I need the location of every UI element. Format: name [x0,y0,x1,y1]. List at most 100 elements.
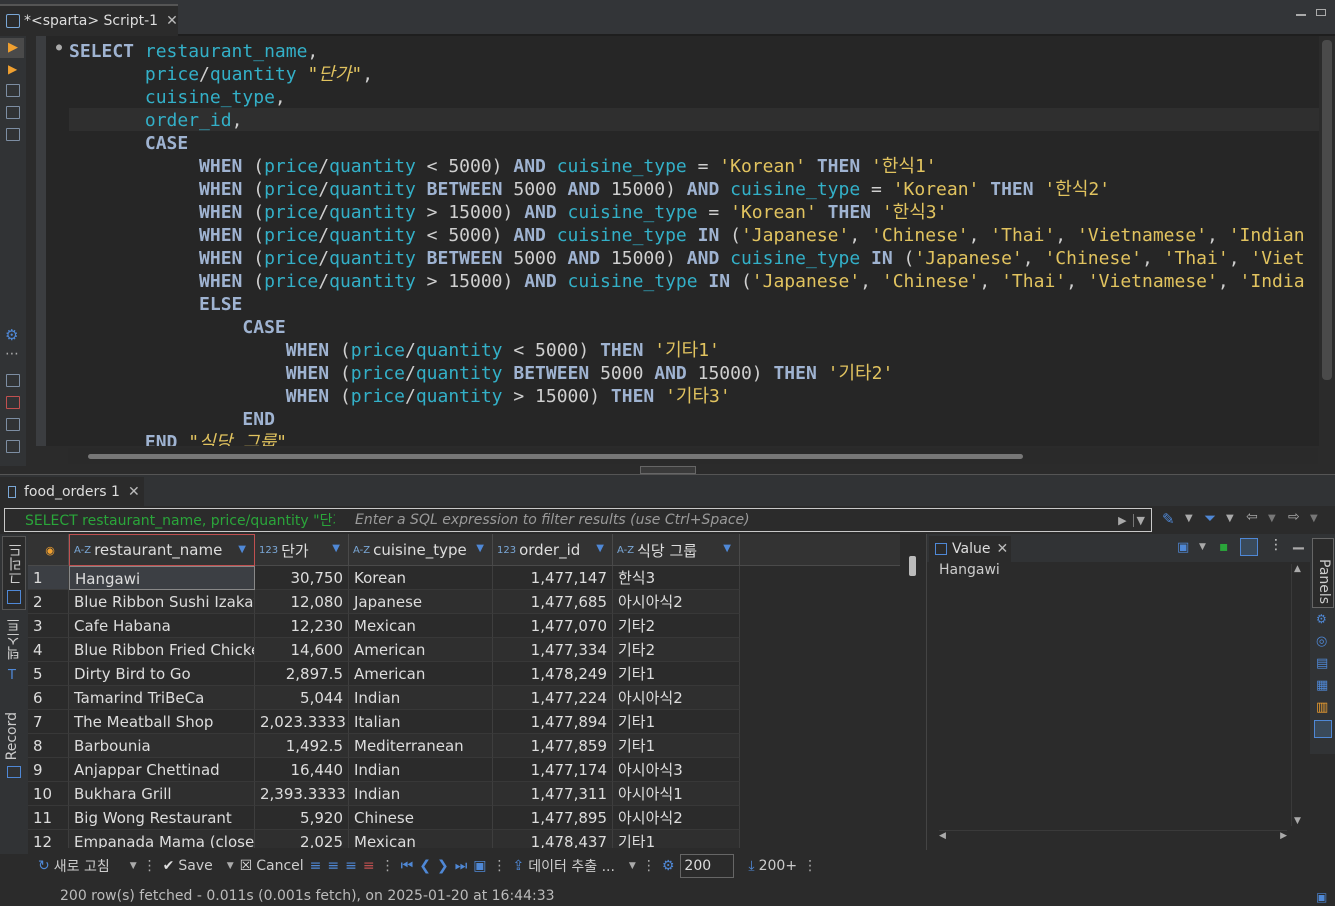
table-cell[interactable]: Mexican [349,614,493,638]
table-cell[interactable]: 2,393.3333 [255,782,349,806]
table-cell[interactable]: 2,897.5 [255,662,349,686]
tab-record-label[interactable]: Record [4,712,20,760]
code-line[interactable]: WHEN (price/quantity < 5000) AND cuisine… [69,155,1305,178]
table-cell[interactable]: 아시아식2 [613,686,740,710]
table-cell[interactable]: 기타1 [613,710,740,734]
code-line[interactable]: price/quantity "단가", [69,63,1305,86]
table-cell[interactable]: Dirty Bird to Go [69,662,255,686]
table-row[interactable]: 1 Hangawi 30,750 Korean 1,477,147 한식3 [28,566,740,590]
filter-input[interactable]: Enter a SQL expression to filter results… [335,512,1118,528]
row-number[interactable]: 1 [28,566,69,590]
table-cell[interactable]: 2,025 [255,830,349,848]
execute-script-icon[interactable] [6,84,20,97]
execute-statement-button[interactable]: ▶ [0,38,24,58]
close-icon[interactable]: ✕ [128,484,140,500]
cancel-button[interactable]: ☒ Cancel [240,858,304,874]
row-selector-header[interactable]: ◉ [28,534,69,566]
table-cell[interactable]: Mexican [349,830,493,848]
table-cell[interactable]: 2,023.3333 [255,710,349,734]
table-cell[interactable]: 1,477,147 [493,566,613,590]
filter-apply-icon[interactable]: ▶ [1118,514,1126,527]
table-cell[interactable]: 기타2 [613,638,740,662]
filter-history-icon[interactable]: ▼ [1132,513,1145,527]
table-cell[interactable]: 아시아식2 [613,806,740,830]
table-cell[interactable]: Chinese [349,806,493,830]
table-row[interactable]: 9 Anjappar Chettinad 16,440 Indian 1,477,174… [28,758,740,782]
table-row[interactable]: 11 Big Wong Restaurant 5,920 Chinese 1,477,8… [28,806,740,830]
table-cell[interactable]: 1,477,311 [493,782,613,806]
table-cell[interactable]: Barbounia [69,734,255,758]
chevron-down-icon[interactable]: ▼ [130,861,137,871]
table-cell[interactable]: 30,750 [255,566,349,590]
row-number[interactable]: 6 [28,686,69,710]
table-cell[interactable]: Korean [349,566,493,590]
table-cell[interactable]: Blue Ribbon Fried Chicken [69,638,255,662]
code-line[interactable]: WHEN (price/quantity < 5000) THEN '기타1' [69,339,1305,362]
filter-bar[interactable]: SELECT restaurant_name, price/quantity "… [4,508,1152,532]
table-cell[interactable]: 아시아식1 [613,782,740,806]
results-grid[interactable]: ◉ A-Z restaurant_name ▼ 123 단가 ▼ A-Z cui… [28,534,900,848]
table-cell[interactable]: Indian [349,686,493,710]
auto-apply-icon[interactable] [1240,538,1258,556]
load-script-icon[interactable] [6,396,20,409]
code-line[interactable]: order_id, [69,109,1305,132]
chevron-down-icon[interactable]: ▼ [629,861,636,871]
table-row[interactable]: 10 Bukhara Grill 2,393.3333 Indian 1,477,311… [28,782,740,806]
table-cell[interactable]: 1,478,249 [493,662,613,686]
execute-new-tab-icon[interactable]: ▶ [8,62,17,76]
code-line[interactable]: WHEN (price/quantity > 15000) AND cuisin… [69,201,1305,224]
table-cell[interactable]: Mediterranean [349,734,493,758]
code-line[interactable]: ELSE [69,293,1305,316]
table-cell[interactable]: 14,600 [255,638,349,662]
export-data-button[interactable]: ⇪ 데이터 추출 ... [513,856,615,876]
row-number[interactable]: 5 [28,662,69,686]
first-page-icon[interactable]: ⏮ [401,858,414,874]
fetch-more-button[interactable]: ⤓ 200+ [748,858,797,874]
table-cell[interactable]: Indian [349,758,493,782]
table-cell[interactable]: 1,477,894 [493,710,613,734]
close-icon[interactable]: ✕ [996,541,1008,557]
table-cell[interactable]: 1,477,895 [493,806,613,830]
calc-icon[interactable]: ▤ [1316,656,1328,671]
table-cell[interactable]: 기타2 [613,614,740,638]
save-icon[interactable]: ▪ [1219,539,1229,555]
table-row[interactable]: 7 The Meatball Shop 2,023.3333 Italian 1,477… [28,710,740,734]
maximize-icon[interactable] [1316,9,1326,16]
table-cell[interactable]: 12,080 [255,590,349,614]
tab-script-1[interactable]: *<sparta> Script-1 ✕ [0,4,178,36]
delete-row-icon[interactable]: ≡ [363,858,375,874]
code-lines[interactable]: SELECT restaurant_name, price/quantity "… [69,40,1305,446]
settings-icon[interactable]: ⚙ [662,858,675,874]
table-cell[interactable]: American [349,662,493,686]
table-cell[interactable]: 기타1 [613,734,740,758]
copy-row-icon[interactable]: ≡ [345,858,357,874]
table-cell[interactable]: 아시아식3 [613,758,740,782]
table-cell[interactable]: Indian [349,782,493,806]
table-row[interactable]: 2 Blue Ribbon Sushi Izakaya 12,080 Japanese… [28,590,740,614]
table-cell[interactable]: 1,477,070 [493,614,613,638]
next-page-icon[interactable]: ❯ [437,858,449,874]
last-page-icon[interactable]: ⏭ [455,858,468,874]
eraser-icon[interactable]: ✎ [1162,510,1175,528]
table-cell[interactable]: 1,477,334 [493,638,613,662]
row-number[interactable]: 10 [28,782,69,806]
value-content[interactable]: Hangawi [939,562,1000,578]
chevron-down-icon[interactable]: ▼ [1310,513,1318,524]
back-icon[interactable]: ⇦ [1246,509,1258,525]
table-cell[interactable]: 12,230 [255,614,349,638]
table-cell[interactable]: American [349,638,493,662]
table-cell[interactable]: 16,440 [255,758,349,782]
table-cell[interactable]: Bukhara Grill [69,782,255,806]
menu-icon[interactable]: ⋮ [1269,537,1283,553]
minimize-icon[interactable]: ▁ [1293,534,1304,550]
chevron-down-icon[interactable]: ▼ [1268,513,1276,524]
table-cell[interactable]: Big Wong Restaurant [69,806,255,830]
table-cell[interactable]: 기타1 [613,662,740,686]
row-number[interactable]: 9 [28,758,69,782]
column-header-restaurant-group[interactable]: A-Z 식당 그룹 ▼ [613,534,740,566]
export-icon[interactable] [6,374,20,387]
row-number[interactable]: 4 [28,638,69,662]
table-cell[interactable]: 1,477,685 [493,590,613,614]
tab-food-orders[interactable]: food_orders 1 ✕ [0,477,144,507]
table-cell[interactable]: 1,477,174 [493,758,613,782]
